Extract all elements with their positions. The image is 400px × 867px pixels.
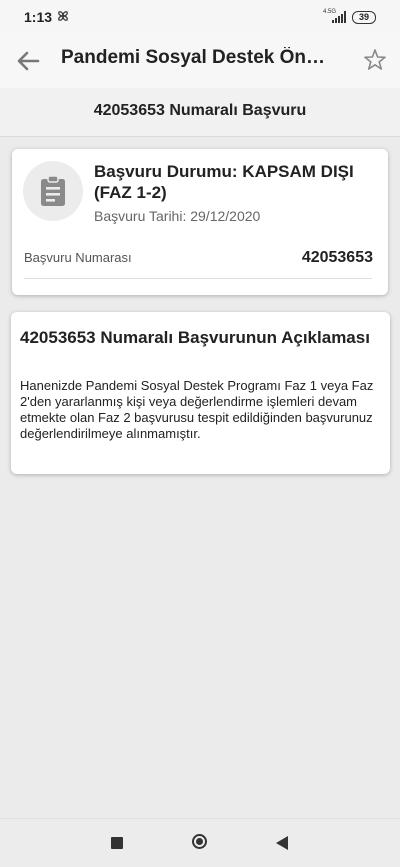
status-bar: 1:13 4.5G 39 <box>0 0 400 34</box>
home-icon[interactable] <box>192 834 207 849</box>
application-number-label: Başvuru Numarası <box>24 250 132 265</box>
back-triangle-icon[interactable] <box>275 835 289 851</box>
back-arrow-icon[interactable] <box>14 47 42 75</box>
explanation-title: 42053653 Numaralı Başvurunun Açıklaması <box>20 328 370 347</box>
avatar <box>23 161 83 221</box>
recent-apps-icon[interactable] <box>111 837 123 849</box>
system-nav-bar <box>0 818 400 867</box>
signal-icon <box>332 11 346 23</box>
clipboard-icon <box>41 175 65 206</box>
section-header-title: 42053653 Numaralı Başvuru <box>93 102 307 119</box>
application-number-value: 42053653 <box>301 249 373 266</box>
battery-icon: 39 <box>352 11 376 24</box>
application-date: Başvuru Tarihi: 29/12/2020 <box>94 208 261 224</box>
status-time: 1:13 <box>24 9 53 25</box>
app-bar: Pandemi Sosyal Destek Ön… <box>0 34 400 89</box>
application-status: Başvuru Durumu: KAPSAM DIŞI (FAZ 1-2) <box>94 162 354 202</box>
page-title: Pandemi Sosyal Destek Ön… <box>61 47 325 68</box>
explanation-card: 42053653 Numaralı Başvurunun Açıklaması … <box>11 312 390 474</box>
divider <box>24 278 372 279</box>
application-status-card: Başvuru Durumu: KAPSAM DIŞI (FAZ 1-2) Ba… <box>12 149 388 295</box>
section-header: 42053653 Numaralı Başvuru <box>0 88 400 137</box>
star-outline-icon[interactable] <box>362 47 388 73</box>
explanation-body: Hanenizde Pandemi Sosyal Destek Programı… <box>20 378 374 441</box>
pinwheel-icon <box>58 11 68 21</box>
